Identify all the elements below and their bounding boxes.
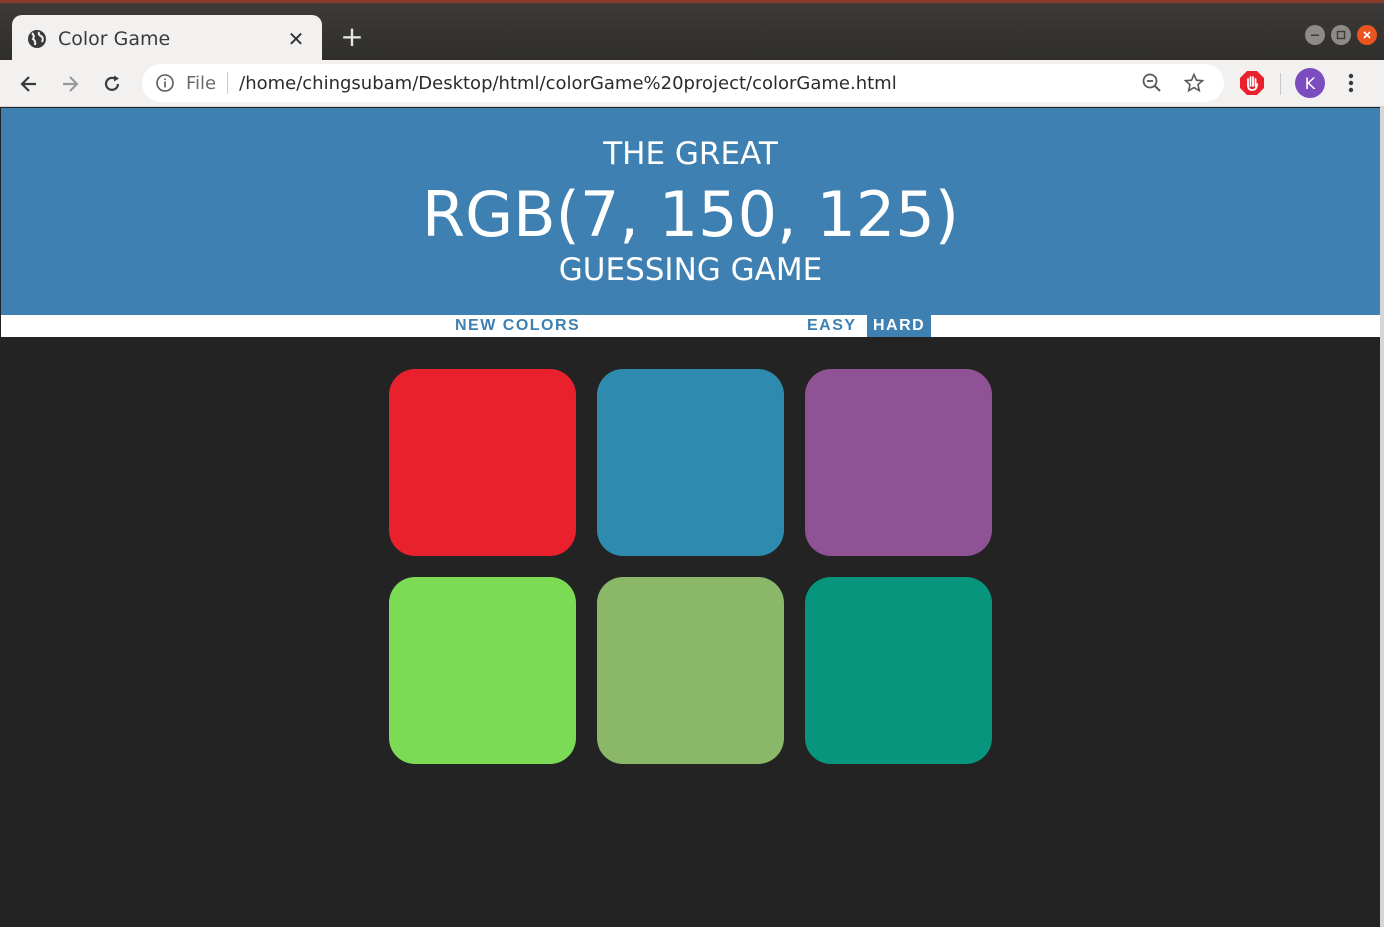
browser-tab[interactable]: Color Game ✕	[12, 15, 322, 63]
arrow-left-icon	[20, 76, 36, 92]
globe-icon	[26, 28, 48, 50]
profile-avatar[interactable]: K	[1295, 68, 1325, 98]
zoom-icon[interactable]	[1140, 71, 1164, 95]
browser-titlebar: Color Game ✕ +	[0, 0, 1384, 63]
url-scheme-label: File	[186, 72, 217, 94]
color-square[interactable]	[389, 369, 576, 556]
window-maximize-button[interactable]	[1331, 25, 1351, 45]
title-bottom: GUESSING GAME	[558, 252, 823, 288]
adblock-extension-button[interactable]	[1239, 70, 1265, 96]
color-square[interactable]	[389, 577, 576, 764]
star-bookmark-icon[interactable]	[1182, 71, 1206, 95]
easy-mode-button[interactable]: EASY	[801, 315, 863, 337]
color-square[interactable]	[597, 369, 784, 556]
hard-mode-button[interactable]: HARD	[867, 315, 932, 337]
window-border	[1380, 107, 1384, 927]
title-top: THE GREAT	[603, 136, 778, 172]
address-divider	[227, 72, 229, 94]
color-square[interactable]	[805, 577, 992, 764]
arrow-right-icon	[63, 76, 79, 92]
toolbar-divider	[1280, 73, 1281, 95]
back-button[interactable]	[13, 68, 45, 100]
url-text[interactable]: /home/chingsubam/Desktop/html/colorGame%…	[239, 73, 1140, 94]
kebab-menu-icon	[1348, 73, 1354, 93]
window-minimize-button[interactable]	[1305, 25, 1325, 45]
page-content: THE GREAT RGB(7, 150, 125) GUESSING GAME…	[1, 108, 1380, 927]
info-icon[interactable]	[154, 72, 176, 94]
color-square[interactable]	[805, 369, 992, 556]
address-bar[interactable]: File /home/chingsubam/Desktop/html/color…	[142, 64, 1224, 102]
tab-title: Color Game	[58, 28, 171, 50]
rgb-display: RGB(7, 150, 125)	[422, 178, 959, 251]
window-close-button[interactable]	[1357, 25, 1377, 45]
tab-close-icon[interactable]: ✕	[284, 27, 308, 51]
new-colors-button[interactable]: NEW COLORS	[449, 315, 586, 337]
new-tab-button[interactable]: +	[338, 23, 366, 51]
browser-toolbar: File /home/chingsubam/Desktop/html/color…	[0, 60, 1384, 107]
color-squares-grid	[389, 369, 993, 764]
game-header: THE GREAT RGB(7, 150, 125) GUESSING GAME	[1, 108, 1380, 315]
control-stripe: NEW COLORS EASY HARD	[1, 315, 1380, 337]
stop-hand-icon	[1240, 71, 1264, 95]
reload-icon	[104, 75, 120, 91]
browser-menu-button[interactable]	[1338, 70, 1364, 96]
reload-button[interactable]	[96, 68, 128, 100]
forward-button[interactable]	[54, 68, 86, 100]
color-square[interactable]	[597, 577, 784, 764]
